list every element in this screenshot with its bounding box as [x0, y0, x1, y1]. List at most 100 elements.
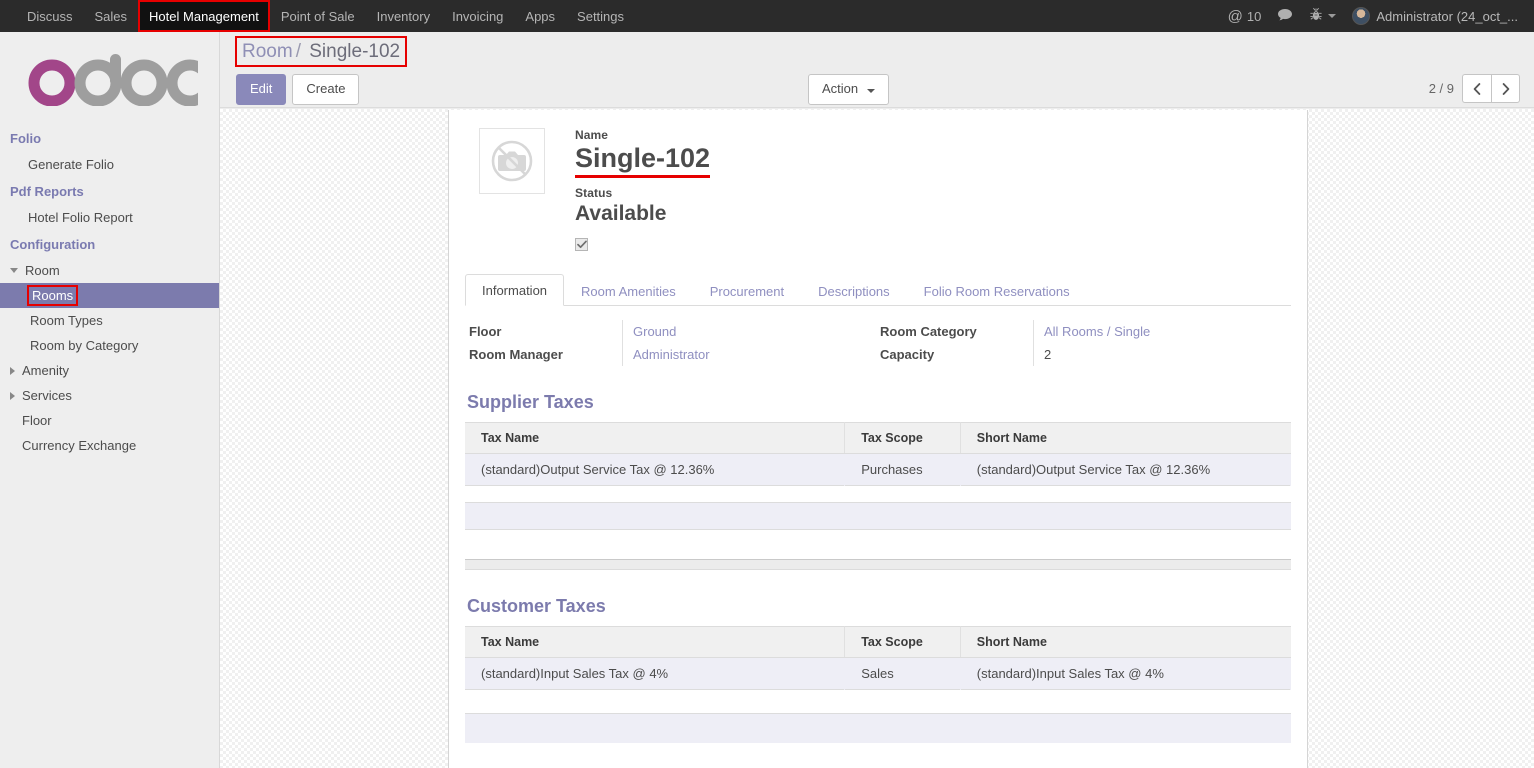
breadcrumb-current: Single-102: [309, 41, 401, 62]
field-room-manager-value[interactable]: Administrator: [633, 347, 710, 362]
information-fields: Floor Ground Room Manager Administrator …: [465, 320, 1291, 367]
menu-item-inventory[interactable]: Inventory: [366, 0, 441, 32]
customer-cell-tax-name[interactable]: (standard)Input Sales Tax @ 4%: [465, 657, 845, 690]
messages-button[interactable]: [1269, 0, 1301, 32]
customer-cell-tax-scope[interactable]: Sales: [844, 657, 961, 690]
supplier-cell-short-name[interactable]: (standard)Output Service Tax @ 12.36%: [960, 453, 1291, 486]
pager-next-button[interactable]: [1491, 74, 1520, 103]
menu-item-apps[interactable]: Apps: [514, 0, 566, 32]
customer-col-tax-name[interactable]: Tax Name: [465, 626, 846, 659]
odoo-logo[interactable]: [0, 32, 219, 124]
customer-col-tax-scope[interactable]: Tax Scope: [844, 626, 961, 659]
user-name: Administrator (24_oct_...: [1376, 8, 1518, 24]
action-label: Action: [822, 81, 859, 96]
field-capacity-label: Capacity: [880, 347, 935, 363]
tab-procurement[interactable]: Procurement: [693, 275, 801, 306]
field-floor: Floor Ground: [467, 320, 878, 344]
menu-item-discuss[interactable]: Discuss: [16, 0, 84, 32]
customer-col-short-name[interactable]: Short Name: [960, 626, 1291, 659]
menu-item-settings[interactable]: Settings: [566, 0, 635, 32]
field-capacity-value: 2: [1044, 347, 1052, 363]
sidebar-item-room-types[interactable]: Room Types: [0, 308, 219, 333]
chevron-left-icon: [1473, 82, 1481, 95]
control-panel: Room / Single-102 Edit Create Action 2 / …: [220, 32, 1534, 108]
field-room-category-label: Room Category: [880, 324, 977, 340]
sidebar-item-room-label: Room: [25, 263, 60, 278]
sidebar-item-floor-label: Floor: [22, 413, 52, 428]
form-header-fields: Name Single-102 Status Available: [575, 128, 711, 252]
chevron-right-icon: [10, 366, 15, 375]
supplier-col-tax-scope[interactable]: Tax Scope: [844, 422, 961, 455]
menu-item-point-of-sale[interactable]: Point of Sale: [270, 0, 366, 32]
breadcrumb-parent[interactable]: Room: [242, 41, 293, 62]
chevron-down-icon: [10, 268, 18, 273]
sidebar-item-rooms[interactable]: Rooms: [0, 283, 219, 308]
horizontal-scrollbar[interactable]: [465, 559, 1291, 571]
tab-folio-room-reservations[interactable]: Folio Room Reservations: [907, 275, 1087, 306]
sidebar-item-currency-exchange[interactable]: Currency Exchange: [0, 433, 219, 458]
sidebar-item-generate-folio[interactable]: Generate Folio: [0, 152, 219, 177]
fields-right-column: Room Category All Rooms / Single Capacit…: [878, 320, 1289, 367]
tab-descriptions[interactable]: Descriptions: [801, 275, 907, 306]
sidebar: Folio Generate Folio Pdf Reports Hotel F…: [0, 32, 220, 768]
user-menu-button[interactable]: Administrator (24_oct_...: [1344, 0, 1526, 32]
name-value[interactable]: Single-102: [575, 143, 711, 179]
supplier-cell-tax-scope[interactable]: Purchases: [844, 453, 961, 486]
create-button[interactable]: Create: [292, 74, 360, 105]
mentions-counter[interactable]: @ 10: [1220, 0, 1270, 32]
menu-item-sales[interactable]: Sales: [84, 0, 139, 32]
sidebar-item-room[interactable]: Room: [0, 258, 219, 283]
avatar: [1352, 7, 1371, 25]
sidebar-item-amenity-label: Amenity: [22, 363, 69, 378]
supplier-taxes-add-row[interactable]: [465, 502, 1291, 531]
chevron-right-icon: [10, 391, 15, 400]
breadcrumb: Room / Single-102: [234, 36, 408, 67]
menu-item-hotel-management[interactable]: Hotel Management: [138, 0, 270, 32]
sidebar-item-room-by-category[interactable]: Room by Category: [0, 333, 219, 358]
table-header-row: Tax Name Tax Scope Short Name: [465, 422, 1291, 455]
supplier-cell-tax-name[interactable]: (standard)Output Service Tax @ 12.36%: [465, 453, 845, 486]
sidebar-item-services[interactable]: Services: [0, 383, 219, 408]
field-room-manager-value-cell: Administrator: [622, 343, 878, 367]
pager-count: 2 / 9: [1428, 81, 1454, 96]
sidebar-section-pdf-reports: Pdf Reports: [10, 184, 84, 199]
bug-icon: [1309, 7, 1323, 25]
odoo-logo-icon: [28, 54, 198, 106]
sidebar-item-services-label: Services: [22, 388, 72, 403]
form-scroll-area[interactable]: Name Single-102 Status Available Informa…: [220, 109, 1534, 768]
field-floor-value[interactable]: Ground: [633, 324, 676, 339]
action-dropdown-button[interactable]: Action: [808, 74, 889, 105]
name-label: Name: [575, 128, 609, 142]
breadcrumb-separator: /: [295, 41, 301, 62]
status-label: Status: [575, 186, 613, 201]
main-area: Room / Single-102 Edit Create Action 2 / …: [220, 32, 1534, 768]
pager-previous-button[interactable]: [1462, 74, 1491, 103]
debug-menu-button[interactable]: [1301, 0, 1344, 32]
supplier-taxes-table: Tax Name Tax Scope Short Name (standard)…: [465, 422, 1291, 487]
sidebar-item-hotel-folio-report[interactable]: Hotel Folio Report: [0, 205, 219, 230]
table-row[interactable]: (standard)Output Service Tax @ 12.36% Pu…: [465, 453, 1291, 486]
main-menu: Discuss Sales Hotel Management Point of …: [0, 0, 635, 32]
isroom-checkbox[interactable]: [575, 238, 588, 252]
customer-taxes-table: Tax Name Tax Scope Short Name (standard)…: [465, 626, 1291, 691]
edit-button[interactable]: Edit: [236, 74, 287, 105]
sidebar-item-floor[interactable]: Floor: [0, 408, 219, 433]
chevron-down-icon: [866, 89, 875, 93]
supplier-taxes-title: Supplier Taxes: [467, 392, 594, 413]
supplier-col-tax-name[interactable]: Tax Name: [465, 422, 846, 455]
fields-left-column: Floor Ground Room Manager Administrator: [467, 320, 878, 367]
menu-item-invoicing[interactable]: Invoicing: [441, 0, 514, 32]
supplier-col-short-name[interactable]: Short Name: [960, 422, 1291, 455]
field-capacity-value-cell: 2: [1033, 343, 1289, 367]
room-image-field[interactable]: [479, 128, 545, 194]
sidebar-item-amenity[interactable]: Amenity: [0, 358, 219, 383]
customer-cell-short-name[interactable]: (standard)Input Sales Tax @ 4%: [960, 657, 1291, 690]
field-floor-value-cell: Ground: [622, 320, 878, 344]
field-room-category-value[interactable]: All Rooms / Single: [1044, 324, 1150, 339]
customer-taxes-add-row[interactable]: [465, 713, 1291, 744]
tab-room-amenities[interactable]: Room Amenities: [564, 275, 693, 306]
table-row[interactable]: (standard)Input Sales Tax @ 4% Sales (st…: [465, 657, 1291, 690]
tab-information[interactable]: Information: [465, 274, 565, 307]
mention-count: 10: [1246, 8, 1262, 24]
form-sheet: Name Single-102 Status Available Informa…: [448, 110, 1308, 768]
